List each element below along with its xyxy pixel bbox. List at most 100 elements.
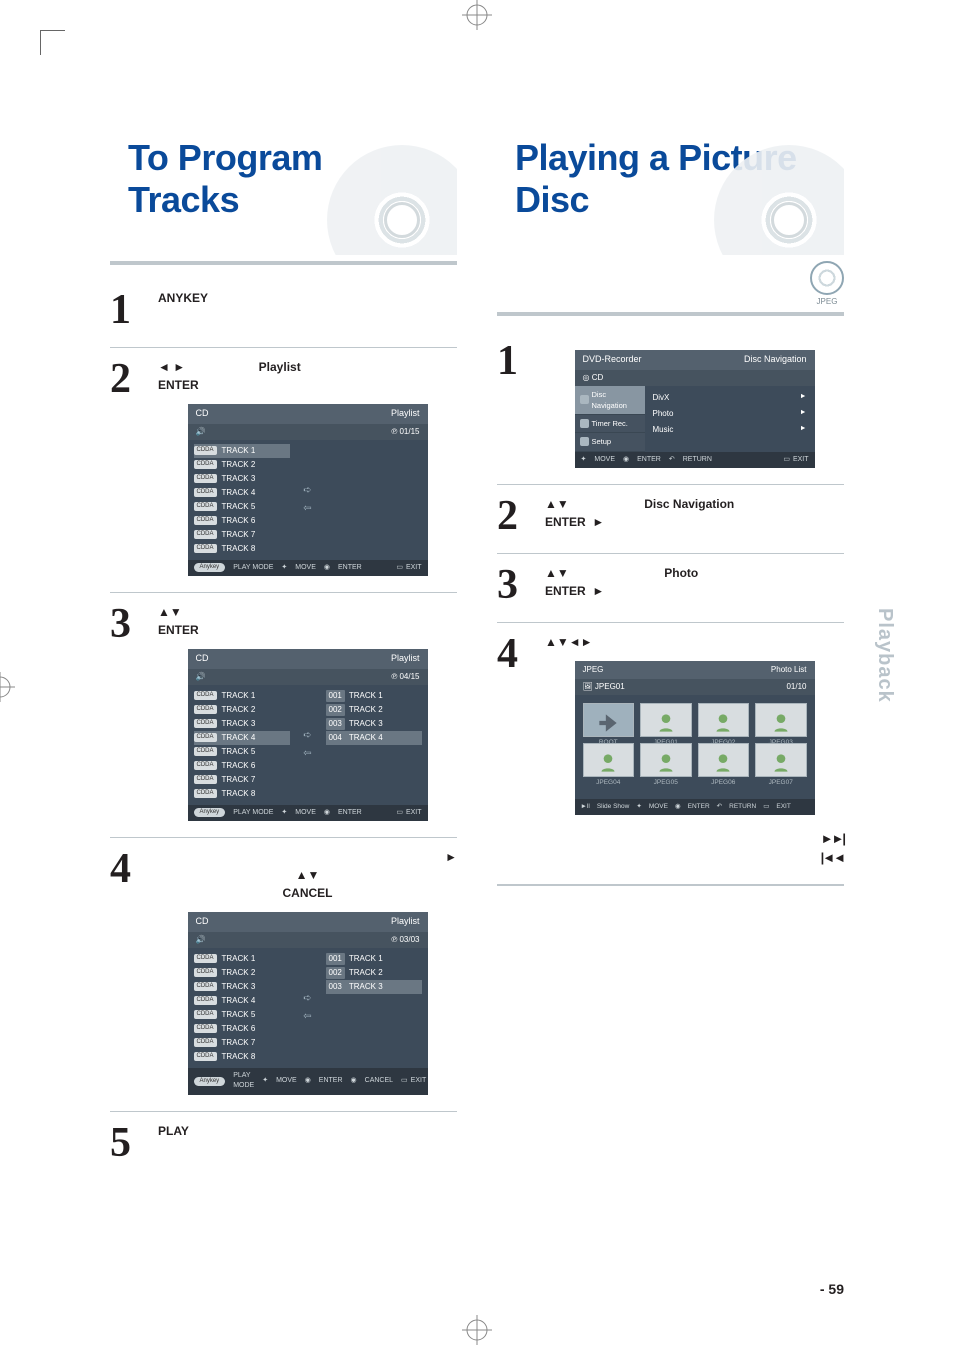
left-right-arrows-icon: ◄ ► xyxy=(158,358,199,376)
return-icon: ↶ xyxy=(717,802,722,812)
cdda-tag: CDDA xyxy=(194,446,217,455)
sidebar-label: Disc Navigation xyxy=(592,389,640,412)
cd-playlist-screenshot-1: CDPlaylist 🔊℗ 01/15 CDDATRACK 1CDDATRACK… xyxy=(188,404,428,576)
track-name: TRACK 3 xyxy=(222,718,256,730)
cdda-tag: CDDA xyxy=(194,1010,217,1019)
move-icon: ✦ xyxy=(636,802,641,812)
cancel-label: CANCEL xyxy=(283,886,333,900)
win-title-left: CD xyxy=(196,407,209,421)
track-row: CDDATRACK 1 xyxy=(194,444,290,458)
thumb-caption: JPEG04 xyxy=(584,778,634,788)
playlist-row: 004TRACK 4 xyxy=(326,731,422,745)
track-row: CDDATRACK 2 xyxy=(194,703,290,717)
track-name: TRACK 1 xyxy=(222,953,256,965)
nav-item-label: Music xyxy=(653,424,674,436)
exit-label: EXIT xyxy=(411,1076,427,1087)
speaker-icon: 🔊 xyxy=(196,671,206,683)
sidebar-icon xyxy=(580,419,589,428)
photo-label: Photo xyxy=(664,564,698,600)
playlist-track-name: TRACK 2 xyxy=(349,704,383,716)
photo-thumb: JPEG03 xyxy=(755,703,807,737)
playlist-row: 002TRACK 2 xyxy=(326,703,422,717)
photo-thumb: JPEG05 xyxy=(640,743,692,777)
cdda-tag: CDDA xyxy=(194,789,217,798)
right-arrow-icon: ► xyxy=(592,515,604,529)
cdda-tag: CDDA xyxy=(194,691,217,700)
playmode-label: PLAY MODE xyxy=(233,1071,254,1092)
right-arrow-icon: ► xyxy=(592,584,604,598)
right-step-4: 4 ▲▼◄► JPEGPhoto List 🖼 JPEG0101/10 ROOT… xyxy=(497,623,844,885)
right-title-box: Playing a Picture Disc xyxy=(497,125,844,255)
track-row: CDDATRACK 1 xyxy=(194,689,290,703)
cd-playlist-screenshot-3: CDPlaylist 🔊℗ 03/03 CDDATRACK 1CDDATRACK… xyxy=(188,912,428,1095)
playmode-label: PLAY MODE xyxy=(233,808,273,819)
cdda-tag: CDDA xyxy=(194,544,217,553)
move-label: MOVE xyxy=(295,808,316,819)
nav-sidebar-item: Timer Rec. xyxy=(575,415,645,433)
playlist-track-name: TRACK 1 xyxy=(349,690,383,702)
enter-label: ENTER xyxy=(688,802,710,812)
right-step-1: 1 DVD-RecorderDisc Navigation ◎ CD Disc … xyxy=(497,330,844,485)
win-title-right: Photo List xyxy=(771,664,807,676)
track-row: CDDATRACK 3 xyxy=(194,980,290,994)
exit-label: EXIT xyxy=(406,808,422,819)
left-title-box: To Program Tracks xyxy=(110,125,457,255)
enter-label: ENTER xyxy=(158,623,199,637)
nav-item-label: Photo xyxy=(653,408,674,420)
arrow-right-icon: ➪ xyxy=(303,728,311,743)
cdda-tag: CDDA xyxy=(194,747,217,756)
disc-icon: ◎ CD xyxy=(583,372,604,384)
left-step-3: 3 ▲▼ ENTER CDPlaylist 🔊℗ 04/15 CDDATRACK… xyxy=(110,593,457,838)
track-row: CDDATRACK 3 xyxy=(194,472,290,486)
step-number: 3 xyxy=(497,564,531,606)
thumb-caption: JPEG07 xyxy=(756,778,806,788)
arrow-left-icon: ⇦ xyxy=(303,1009,311,1024)
step-number: 5 xyxy=(110,1122,144,1164)
playlist-row: 001TRACK 1 xyxy=(326,689,422,703)
slideshow-label: Slide Show xyxy=(597,802,630,812)
cdda-tag: CDDA xyxy=(194,530,217,539)
cancel-label: CANCEL xyxy=(365,1076,393,1087)
enter-label: ENTER xyxy=(338,808,362,819)
thumb-caption: JPEG05 xyxy=(641,778,691,788)
enter-label: ENTER xyxy=(158,376,199,394)
nav-main-row: DivX► xyxy=(653,390,807,406)
step-number: 4 xyxy=(110,848,144,1095)
right-step-2: 2 ▲▼ ENTER ► Disc Navigation xyxy=(497,485,844,554)
disc-navigation-label: Disc Navigation xyxy=(644,495,734,531)
anykey-pill: Anykey xyxy=(194,1077,226,1086)
exit-icon: ▭ xyxy=(763,802,769,812)
photo-list-screenshot: JPEGPhoto List 🖼 JPEG0101/10 ROOTJPEG01J… xyxy=(575,661,815,815)
section-tab: Playback xyxy=(873,608,896,703)
divider xyxy=(497,885,844,886)
track-name: TRACK 7 xyxy=(222,1037,256,1049)
track-name: TRACK 4 xyxy=(222,732,256,744)
photo-thumb: JPEG04 xyxy=(583,743,635,777)
track-name: TRACK 6 xyxy=(222,760,256,772)
track-row: CDDATRACK 2 xyxy=(194,458,290,472)
move-label: MOVE xyxy=(295,563,316,574)
track-name: TRACK 8 xyxy=(222,788,256,800)
track-name: TRACK 5 xyxy=(222,746,256,758)
win-title-right: Disc Navigation xyxy=(744,353,807,367)
track-row: CDDATRACK 4 xyxy=(194,994,290,1008)
speaker-icon: 🔊 xyxy=(196,934,206,946)
move-label: MOVE xyxy=(594,455,615,466)
track-row: CDDATRACK 8 xyxy=(194,1050,290,1064)
track-row: CDDATRACK 4 xyxy=(194,486,290,500)
track-row: CDDATRACK 3 xyxy=(194,717,290,731)
arrow-right-icon: ➪ xyxy=(303,483,311,498)
enter-label: ENTER xyxy=(545,584,586,598)
photo-thumb: JPEG01 xyxy=(640,703,692,737)
folder-name: 🖼 JPEG01 xyxy=(583,681,625,693)
track-row: CDDA TRACK 8 xyxy=(194,787,290,801)
cdda-tag: CDDA xyxy=(194,474,217,483)
up-down-arrows-icon: ▲▼ xyxy=(158,605,182,619)
arrow-right-icon: ➪ xyxy=(303,991,311,1006)
move-label: MOVE xyxy=(649,802,668,812)
track-row: CDDATRACK 7 xyxy=(194,528,290,542)
play-arrow-icon: ► xyxy=(445,848,457,866)
playlist-track-name: TRACK 2 xyxy=(349,967,383,979)
enter-label: ENTER xyxy=(545,515,586,529)
cdda-tag: CDDA xyxy=(194,1024,217,1033)
